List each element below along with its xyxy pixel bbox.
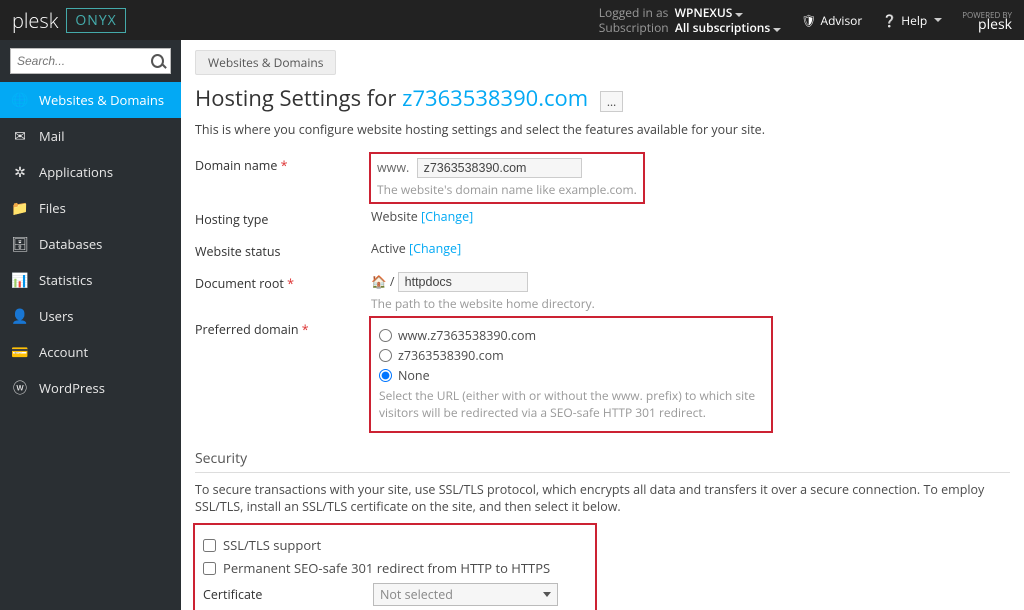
top-bar: plesk ONYX Logged in as WPNEXUS Subscrip… xyxy=(0,0,1024,40)
label-preferred: Preferred domain * xyxy=(195,318,371,338)
sidebar-item-applications[interactable]: ✲Applications xyxy=(0,154,181,190)
pref-radio-nowww[interactable]: z7363538390.com xyxy=(379,347,763,364)
caret-icon xyxy=(735,13,743,17)
sidebar-item-account[interactable]: 💳Account xyxy=(0,334,181,370)
docroot-input[interactable] xyxy=(398,272,528,292)
cert-select[interactable]: Not selected xyxy=(373,583,558,606)
sidebar: 🌐Websites & Domains✉Mail✲Applications📁Fi… xyxy=(0,40,181,610)
wp-icon: ⓦ xyxy=(12,380,28,396)
sidebar-item-websites-domains[interactable]: 🌐Websites & Domains xyxy=(0,82,181,118)
stats-icon: 📊 xyxy=(12,272,28,288)
help-icon: ❔ xyxy=(882,12,897,29)
home-icon: 🏠 xyxy=(371,273,387,290)
change-hosting-link[interactable]: [Change] xyxy=(421,208,473,225)
sidebar-item-databases[interactable]: 🗄Databases xyxy=(0,226,181,262)
caret-icon xyxy=(543,592,551,597)
ssl-checkbox[interactable]: SSL/TLS support xyxy=(203,536,587,554)
card-icon: 💳 xyxy=(12,344,28,360)
domain-input[interactable] xyxy=(417,158,582,178)
folder-icon: 📁 xyxy=(12,200,28,216)
sidebar-item-mail[interactable]: ✉Mail xyxy=(0,118,181,154)
label-status: Website status xyxy=(195,240,371,260)
main-content: Websites & Domains Hosting Settings for … xyxy=(181,40,1024,610)
sidebar-item-statistics[interactable]: 📊Statistics xyxy=(0,262,181,298)
user-icon: 👤 xyxy=(12,308,28,324)
security-heading: Security xyxy=(195,449,1010,473)
powered-by: POWERED BY plesk xyxy=(962,11,1012,29)
sidebar-item-users[interactable]: 👤Users xyxy=(0,298,181,334)
sidebar-item-files[interactable]: 📁Files xyxy=(0,190,181,226)
pref-radio-www[interactable]: www.z7363538390.com xyxy=(379,327,763,344)
www-prefix: www. xyxy=(377,159,409,176)
caret-icon xyxy=(773,28,781,32)
user-block[interactable]: Logged in as WPNEXUS Subscription All su… xyxy=(599,5,782,35)
advisor-link[interactable]: 🛡Advisor xyxy=(801,12,862,29)
search-icon[interactable] xyxy=(151,54,164,68)
shield-icon: 🛡 xyxy=(801,12,816,29)
page-description: This is where you configure website host… xyxy=(195,121,1010,138)
redirect-checkbox[interactable]: Permanent SEO-safe 301 redirect from HTT… xyxy=(203,559,587,577)
logo-onyx: ONYX xyxy=(66,8,125,33)
search-input[interactable] xyxy=(17,54,151,68)
help-link[interactable]: ❔Help xyxy=(882,12,942,29)
search-box[interactable] xyxy=(10,48,171,74)
logo-plesk: plesk xyxy=(12,7,58,34)
pref-radio-none[interactable]: None xyxy=(379,367,763,384)
more-actions-button[interactable]: … xyxy=(600,91,623,112)
gear-icon: ✲ xyxy=(12,164,28,180)
label-domain: Domain name * xyxy=(195,154,371,174)
sidebar-item-wordpress[interactable]: ⓦWordPress xyxy=(0,370,181,406)
mail-icon: ✉ xyxy=(12,128,28,144)
caret-icon xyxy=(934,18,942,22)
change-status-link[interactable]: [Change] xyxy=(409,240,461,257)
docroot-hint: The path to the website home directory. xyxy=(371,295,1010,312)
pref-hint: Select the URL (either with or without t… xyxy=(379,387,763,421)
cert-label: Certificate xyxy=(203,583,373,603)
globe-icon: 🌐 xyxy=(12,92,28,108)
breadcrumb[interactable]: Websites & Domains xyxy=(195,50,336,75)
db-icon: 🗄 xyxy=(12,236,28,252)
label-hosting-type: Hosting type xyxy=(195,208,371,228)
page-title: Hosting Settings for z7363538390.com … xyxy=(195,83,1024,113)
domain-hint: The website's domain name like example.c… xyxy=(377,181,637,198)
label-docroot: Document root * xyxy=(195,272,371,292)
logo: plesk ONYX xyxy=(12,7,126,34)
security-desc: To secure transactions with your site, u… xyxy=(195,481,1010,515)
